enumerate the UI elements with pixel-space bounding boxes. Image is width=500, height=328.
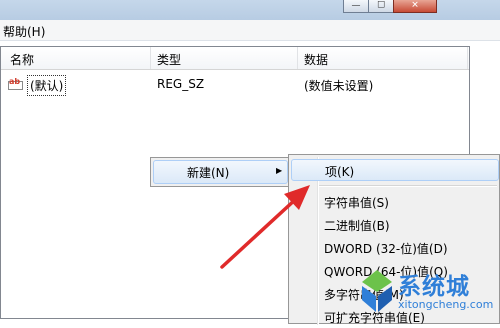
minimize-button[interactable]: —	[343, 0, 369, 13]
watermark-url: xitongcheng.com	[398, 298, 494, 311]
menu-item-dword-value[interactable]: DWORD (32-位)值(D)	[291, 237, 499, 259]
watermark: 系统城 xitongcheng.com	[358, 264, 500, 319]
menu-item-binary-value[interactable]: 二进制值(B)	[291, 214, 499, 236]
maximize-icon: ☐	[376, 0, 386, 11]
menu-item-label: 新建(N)	[187, 166, 230, 180]
menu-item-new[interactable]: 新建(N) ▶	[153, 160, 288, 184]
menu-item-label: 字符串值(S)	[324, 196, 389, 210]
context-menu: 新建(N) ▶	[150, 157, 291, 187]
submenu-arrow-icon: ▶	[276, 166, 283, 175]
column-separator[interactable]	[467, 47, 468, 69]
value-name-cell[interactable]: (默认)	[27, 75, 67, 96]
column-header-type[interactable]: 类型	[157, 51, 181, 67]
menu-item-string-value[interactable]: 字符串值(S)	[291, 191, 499, 213]
value-type-cell: REG_SZ	[157, 77, 205, 91]
menu-item-key[interactable]: 项(K)	[291, 159, 499, 181]
menu-item-label: DWORD (32-位)值(D)	[324, 242, 448, 256]
menu-divider	[319, 185, 497, 187]
title-bar: — ☐ ✕	[0, 0, 500, 20]
column-header-name[interactable]: 名称	[10, 51, 34, 67]
watermark-logo-icon	[362, 270, 392, 312]
list-header: 名称 类型 数据	[1, 47, 469, 70]
window-controls: — ☐ ✕	[343, 0, 437, 13]
close-icon: ✕	[411, 0, 419, 11]
reg-string-icon-text: ab	[9, 77, 20, 86]
table-row[interactable]: ab (默认) REG_SZ (数值未设置)	[1, 74, 469, 96]
watermark-text: 系统城	[398, 274, 470, 300]
menu-item-label: 项(K)	[325, 165, 355, 179]
value-data-cell: (数值未设置)	[304, 79, 374, 93]
reg-string-icon: ab	[8, 77, 23, 90]
maximize-button[interactable]: ☐	[368, 0, 394, 13]
menu-bar: 帮助(H)	[0, 20, 500, 41]
column-separator[interactable]	[150, 47, 151, 69]
menu-item-label: 二进制值(B)	[324, 219, 390, 233]
menu-help[interactable]: 帮助(H)	[3, 23, 45, 40]
close-button[interactable]: ✕	[393, 0, 437, 13]
column-header-data[interactable]: 数据	[304, 51, 328, 67]
column-separator[interactable]	[297, 47, 298, 69]
minimize-icon: —	[351, 0, 361, 11]
